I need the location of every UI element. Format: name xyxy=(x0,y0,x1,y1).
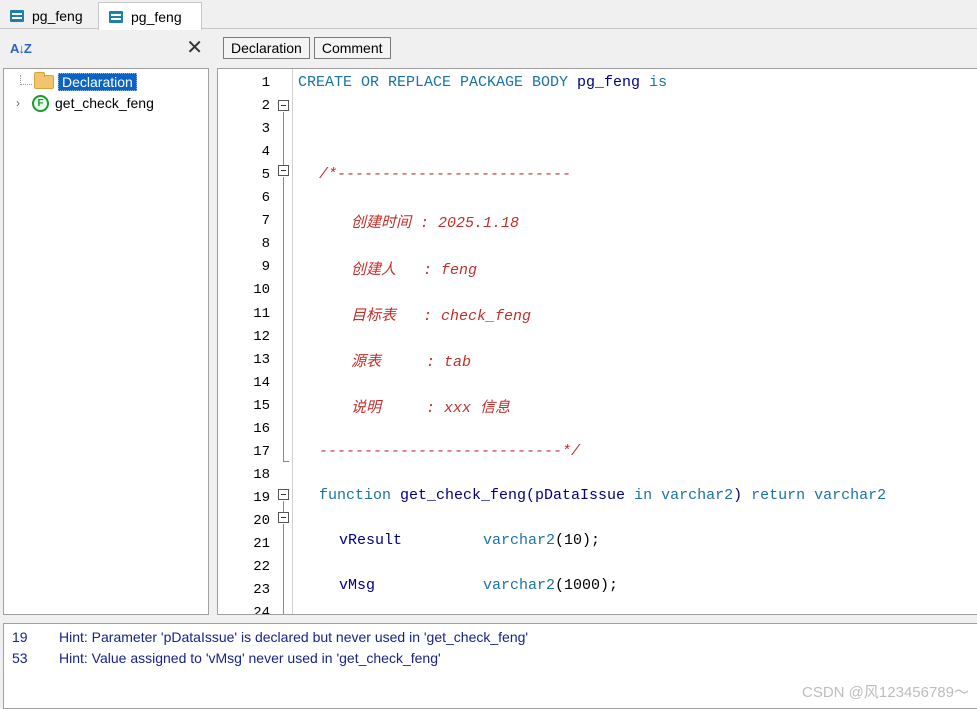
fold-toggle-icon[interactable] xyxy=(278,100,289,111)
line-number: 4 xyxy=(261,144,270,161)
comment-button[interactable]: Comment xyxy=(313,37,391,59)
code-line-21: vResult varchar2 (10); xyxy=(339,532,601,549)
line-number: 17 xyxy=(253,443,270,460)
line-number: 16 xyxy=(253,420,270,437)
code-line-1: CREATE OR REPLACE PACKAGE BODY pg_feng i… xyxy=(298,74,668,91)
tree-item-label: get_check_feng xyxy=(55,95,154,111)
line-number: 24 xyxy=(253,605,270,615)
message-text: Hint: Value assigned to 'vMsg' never use… xyxy=(59,650,441,666)
line-number: 22 xyxy=(253,559,270,576)
tab-label: pg_feng xyxy=(131,8,182,25)
line-number: 8 xyxy=(261,236,270,253)
line-number: 21 xyxy=(253,536,270,552)
line-number: 12 xyxy=(253,328,270,345)
tab-bar: pg_feng pg_feng xyxy=(0,0,977,30)
declaration-button[interactable]: Declaration xyxy=(223,37,310,59)
tab-package-spec[interactable]: pg_feng xyxy=(0,2,97,29)
line-number: 14 xyxy=(253,374,270,391)
package-body-icon xyxy=(107,10,125,24)
watermark: CSDN @风123456789～ xyxy=(802,684,969,701)
code-line-5: /*-------------------------- xyxy=(319,166,572,183)
close-icon[interactable]: ✕ xyxy=(186,38,203,58)
message-panel[interactable]: 19 Hint: Parameter 'pDataIssue' is decla… xyxy=(3,623,977,709)
line-number: 6 xyxy=(261,190,270,207)
code-editor[interactable]: 1 2 3 4 5 6 7 8 9 10 11 12 13 14 15 16 17 18 19 20 21 22 23 24 … xyxy=(217,68,977,615)
code-line-17: ---------------------------*/ xyxy=(319,443,581,460)
tab-label: pg_feng xyxy=(32,7,83,24)
message-line-number: 19 xyxy=(12,629,28,645)
editor-toolbar: Declaration Comment xyxy=(218,30,977,66)
fold-toggle-icon[interactable] xyxy=(278,489,289,500)
message-item[interactable]: 19 Hint: Parameter 'pDataIssue' is decla… xyxy=(12,629,528,645)
line-number: 1 xyxy=(261,75,270,91)
tree-item-declaration[interactable]: Declaration xyxy=(34,72,137,92)
tree-item-get-check-feng[interactable]: › F get_check_feng xyxy=(12,93,154,113)
code-line-7: 创建时间 : 2025.1.18 xyxy=(351,215,520,232)
line-number: 19 xyxy=(253,489,270,506)
line-number: 15 xyxy=(253,397,270,414)
line-number: 18 xyxy=(253,466,270,483)
line-number: 9 xyxy=(261,259,270,276)
line-number: 10 xyxy=(253,282,270,299)
tab-package-body[interactable]: pg_feng xyxy=(98,2,202,30)
line-number: 13 xyxy=(253,351,270,368)
chevron-right-icon[interactable]: › xyxy=(12,96,24,110)
line-number: 2 xyxy=(261,98,270,115)
line-number: 11 xyxy=(253,305,270,322)
message-line-number: 53 xyxy=(12,650,28,666)
fold-toggle-icon[interactable] xyxy=(278,165,289,176)
package-icon xyxy=(8,9,26,23)
message-text: Hint: Parameter 'pDataIssue' is declared… xyxy=(59,629,529,645)
line-number: 5 xyxy=(261,167,270,184)
sort-icon[interactable]: A↓Z xyxy=(10,41,32,56)
fold-toggle-icon[interactable] xyxy=(278,512,289,523)
line-number: 20 xyxy=(253,512,270,529)
code-line-15: 说明 : xxx 信息 xyxy=(351,400,511,417)
navigator-toolbar: A↓Z ✕ xyxy=(0,30,213,66)
line-number: 23 xyxy=(253,582,270,599)
code-line-11: 目标表 : check_feng xyxy=(351,308,532,325)
line-number: 7 xyxy=(261,213,270,230)
code-line-13: 源表 : tab xyxy=(351,354,472,371)
folder-icon xyxy=(34,72,54,89)
tree-item-label: Declaration xyxy=(58,73,137,91)
line-number: 3 xyxy=(261,121,270,138)
code-line-19: function get_check_feng(pDataIssue in va… xyxy=(319,487,887,504)
code-line-23: vMsg varchar2 (1000); xyxy=(339,577,619,594)
message-item[interactable]: 53 Hint: Value assigned to 'vMsg' never … xyxy=(12,650,441,666)
function-icon: F xyxy=(32,94,49,112)
navigator-tree[interactable]: Declaration › F get_check_feng xyxy=(3,68,209,615)
code-line-9: 创建人 : feng xyxy=(351,262,478,279)
